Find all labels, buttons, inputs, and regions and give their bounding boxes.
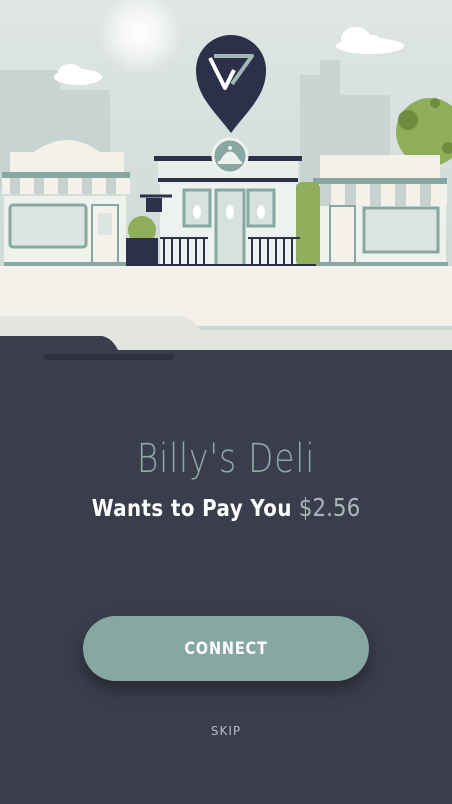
connect-button[interactable]: CONNECT xyxy=(83,616,369,681)
connect-label: CONNECT xyxy=(184,638,268,659)
left-shop xyxy=(2,140,130,267)
right-shop xyxy=(313,155,448,267)
side-bush xyxy=(296,182,320,266)
skip-link[interactable]: SKIP xyxy=(186,718,266,744)
merchant-name: Billy's Deli xyxy=(136,436,316,482)
request-label: Wants to Pay You xyxy=(91,496,292,522)
storefront-illustration xyxy=(0,0,452,365)
payment-request: Wants to Pay You $2.56 xyxy=(32,490,421,529)
road-mark xyxy=(44,354,174,360)
cloche-icon xyxy=(211,137,249,175)
payment-amount: $2.56 xyxy=(298,493,361,522)
